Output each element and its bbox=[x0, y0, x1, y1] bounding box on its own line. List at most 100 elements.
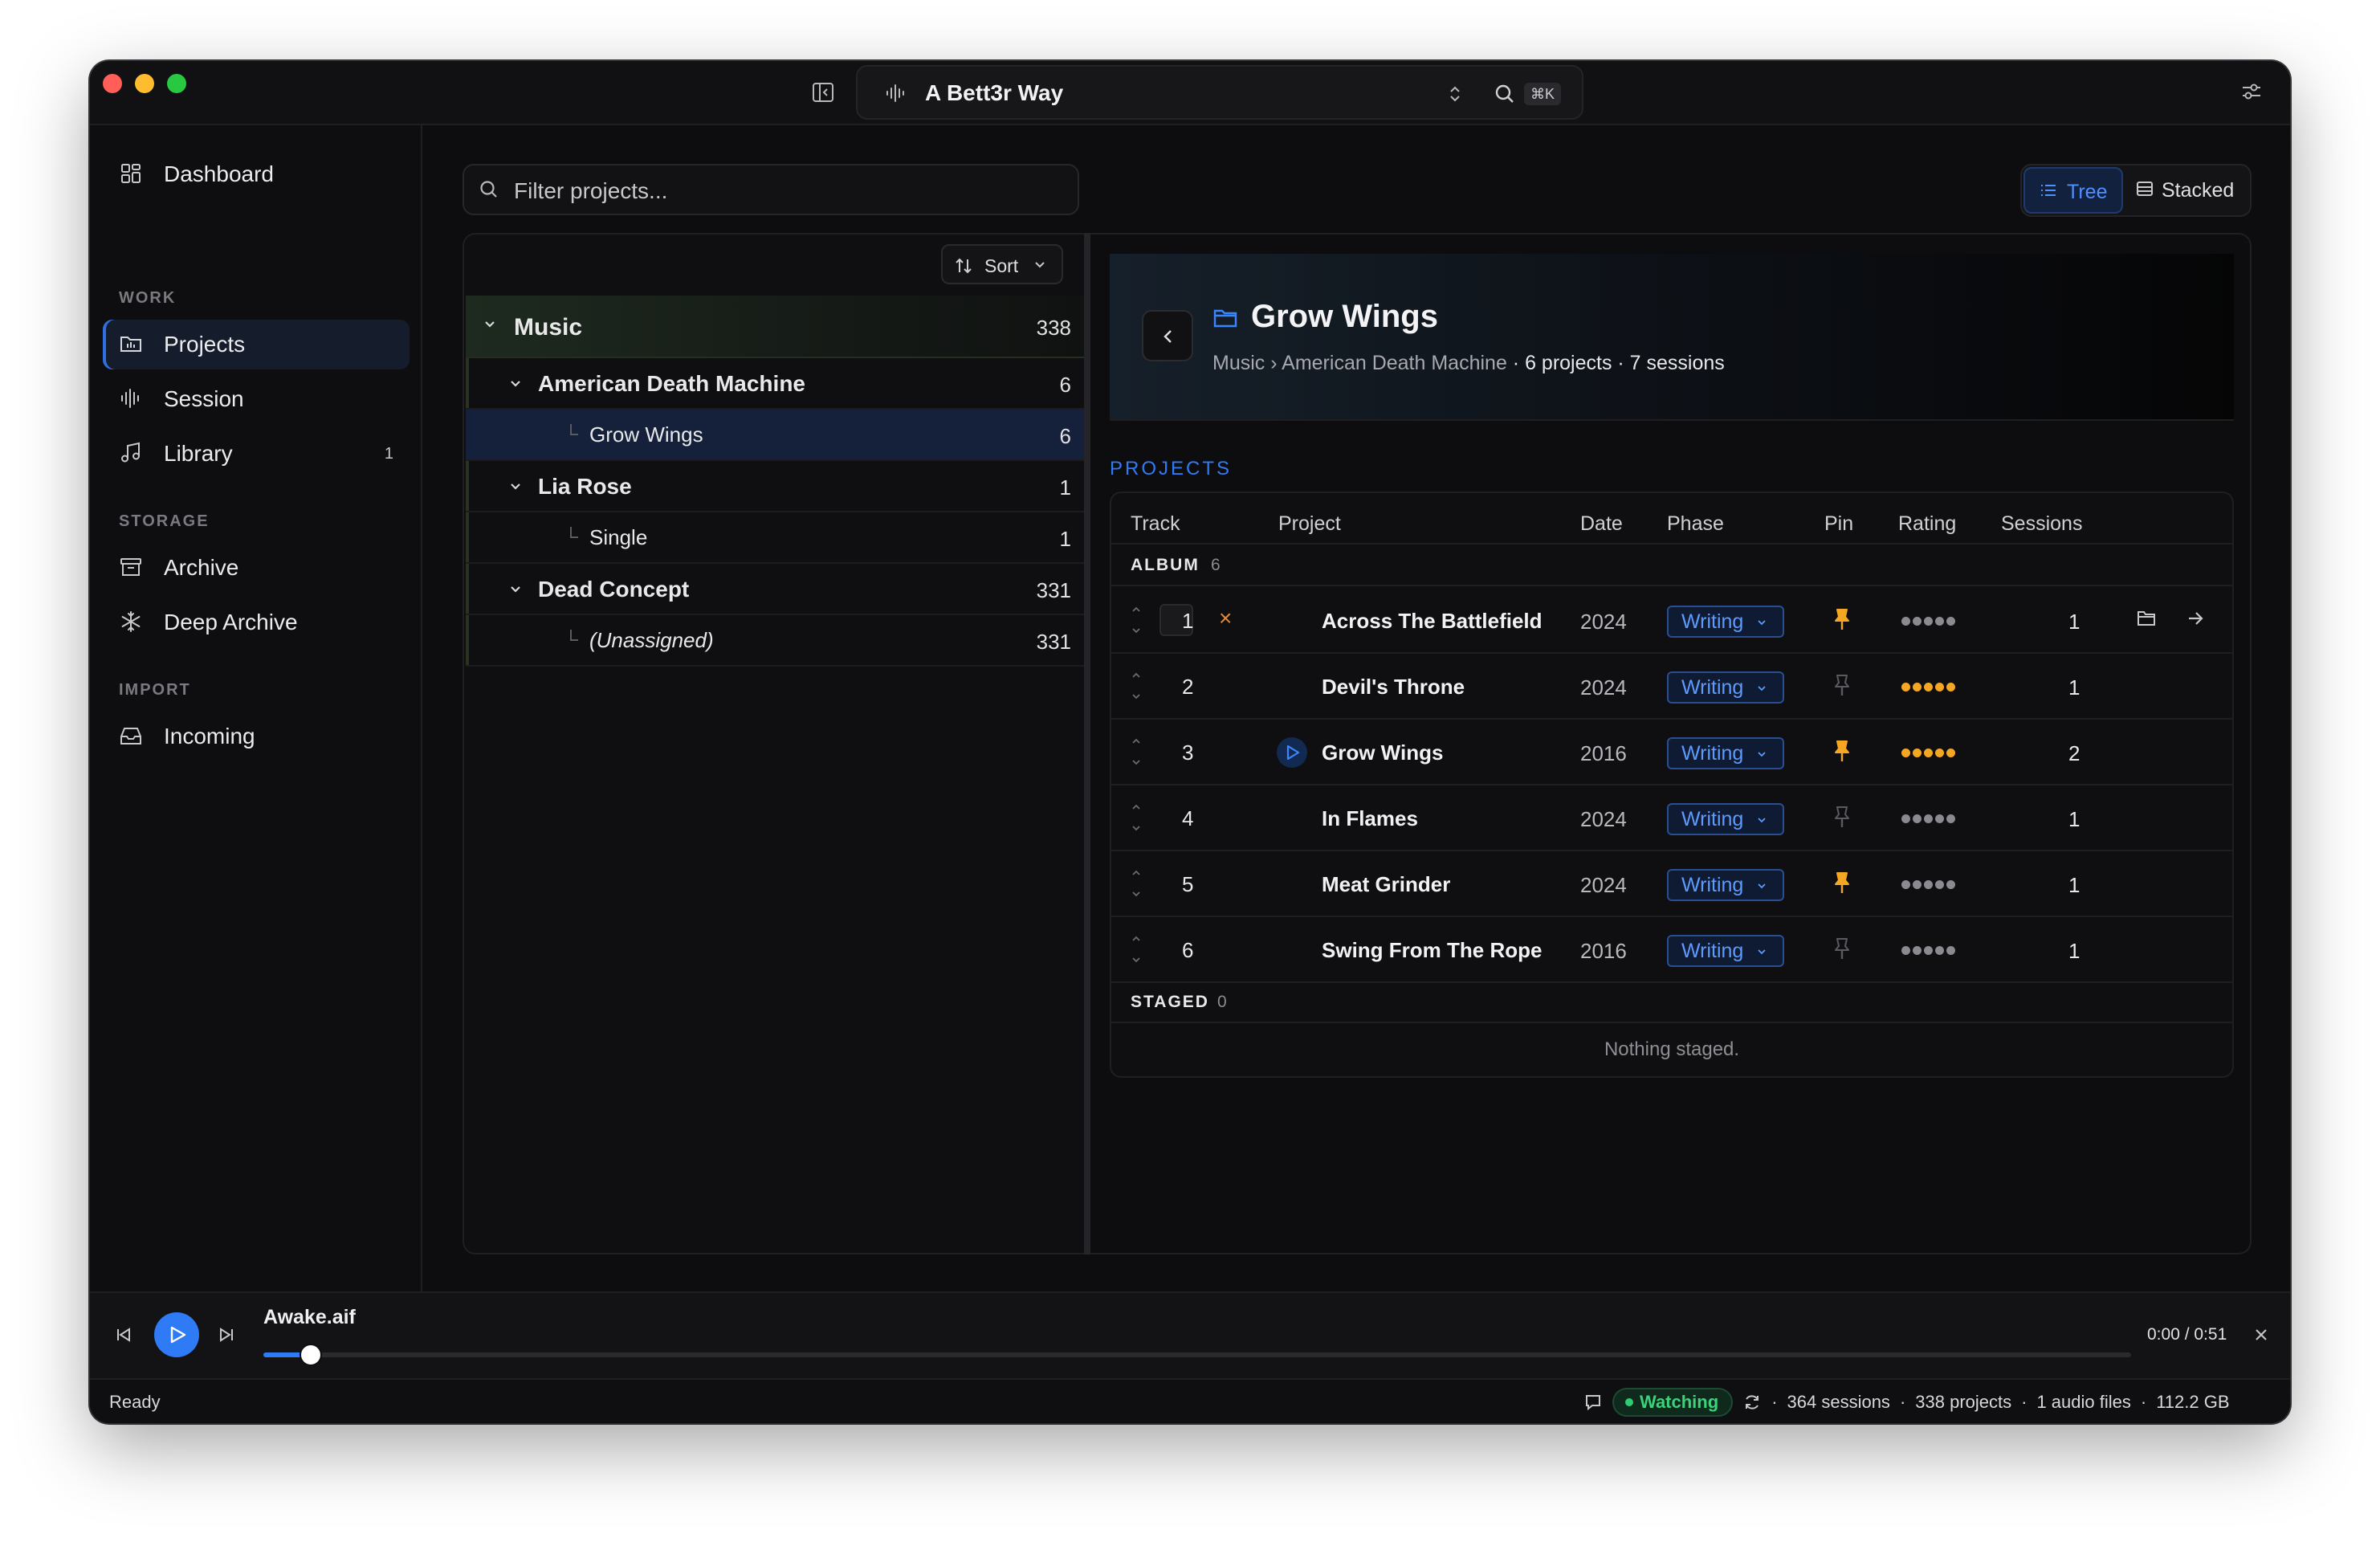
table-row[interactable]: 2 Devil's Throne 2024 Writing 1 bbox=[1111, 654, 2232, 720]
message-icon[interactable] bbox=[1583, 1393, 1603, 1412]
play-button[interactable] bbox=[154, 1312, 199, 1357]
pin-icon[interactable] bbox=[1832, 871, 1852, 896]
pin-icon[interactable] bbox=[1832, 673, 1852, 699]
reorder-handle-icon[interactable] bbox=[1131, 670, 1142, 702]
play-icon[interactable] bbox=[1277, 737, 1307, 768]
rating-dot[interactable] bbox=[1901, 946, 1910, 955]
rating-dot[interactable] bbox=[1913, 749, 1922, 757]
reorder-handle-icon[interactable] bbox=[1131, 933, 1142, 965]
sidebar-item-library[interactable]: Library 1 bbox=[103, 429, 410, 479]
sidebar-item-incoming[interactable]: Incoming bbox=[103, 712, 410, 761]
project-name[interactable]: Swing From The Rope bbox=[1322, 938, 1542, 963]
open-folder-icon[interactable] bbox=[2136, 609, 2157, 628]
rating-dot[interactable] bbox=[1935, 880, 1944, 889]
project-name[interactable]: Meat Grinder bbox=[1322, 872, 1450, 897]
rating-dot[interactable] bbox=[1946, 880, 1955, 889]
rating-dot[interactable] bbox=[1901, 749, 1910, 757]
project-name[interactable]: Devil's Throne bbox=[1322, 675, 1465, 700]
column-header-phase[interactable]: Phase bbox=[1667, 512, 1724, 536]
table-row[interactable]: 3 Grow Wings 2016 Writing 2 bbox=[1111, 720, 2232, 785]
rating-dot[interactable] bbox=[1913, 814, 1922, 823]
rating-control[interactable] bbox=[1901, 814, 1955, 823]
playback-progress-track[interactable] bbox=[263, 1345, 2131, 1365]
rating-control[interactable] bbox=[1901, 946, 1955, 955]
close-icon[interactable] bbox=[2253, 1327, 2269, 1343]
skip-forward-icon[interactable] bbox=[217, 1325, 236, 1344]
breadcrumb-item[interactable]: American Death Machine bbox=[1282, 352, 1507, 374]
phase-dropdown[interactable]: Writing bbox=[1667, 869, 1784, 901]
watching-status-badge[interactable]: Watching bbox=[1612, 1388, 1734, 1417]
rating-control[interactable] bbox=[1901, 880, 1955, 889]
column-header-track[interactable]: Track bbox=[1131, 512, 1180, 536]
column-header-rating[interactable]: Rating bbox=[1898, 512, 1956, 536]
close-window-button[interactable] bbox=[103, 74, 122, 93]
pin-icon[interactable] bbox=[1832, 607, 1852, 633]
filter-projects-field[interactable]: Filter projects... bbox=[463, 164, 1079, 215]
rating-dot[interactable] bbox=[1946, 814, 1955, 823]
stacked-view-button[interactable]: Stacked bbox=[2129, 167, 2250, 214]
column-header-sessions[interactable]: Sessions bbox=[2001, 512, 2082, 536]
rating-dot[interactable] bbox=[1924, 749, 1933, 757]
tree-node-unassigned[interactable]: (Unassigned) 331 bbox=[466, 615, 1084, 667]
clear-track-icon[interactable]: × bbox=[1219, 606, 1232, 631]
rating-dot[interactable] bbox=[1924, 617, 1933, 626]
playback-scrubber-handle[interactable] bbox=[300, 1345, 320, 1365]
settings-sliders-icon[interactable] bbox=[2239, 79, 2264, 104]
rating-dot[interactable] bbox=[1935, 683, 1944, 691]
rating-dot[interactable] bbox=[1946, 749, 1955, 757]
rating-dot[interactable] bbox=[1935, 814, 1944, 823]
rating-dot[interactable] bbox=[1901, 683, 1910, 691]
table-row[interactable]: 5 Meat Grinder 2024 Writing 1 bbox=[1111, 851, 2232, 917]
rating-dot[interactable] bbox=[1946, 946, 1955, 955]
tree-node-dead-concept[interactable]: Dead Concept 331 bbox=[466, 564, 1084, 615]
rating-dot[interactable] bbox=[1946, 617, 1955, 626]
sidebar-item-archive[interactable]: Archive bbox=[103, 543, 410, 593]
tree-node-grow-wings[interactable]: Grow Wings 6 bbox=[466, 410, 1084, 461]
track-number[interactable]: 1 bbox=[1182, 609, 1193, 634]
rating-dot[interactable] bbox=[1913, 617, 1922, 626]
tree-view-button[interactable]: Tree bbox=[2023, 167, 2123, 214]
tree-root-music[interactable]: Music 338 bbox=[466, 296, 1084, 358]
phase-dropdown[interactable]: Writing bbox=[1667, 737, 1784, 769]
rating-dot[interactable] bbox=[1901, 617, 1910, 626]
pin-icon[interactable] bbox=[1832, 805, 1852, 830]
project-selector[interactable]: A Bett3r Way ⌘K bbox=[856, 65, 1583, 120]
project-name[interactable]: Across The Battlefield bbox=[1322, 609, 1543, 634]
rating-dot[interactable] bbox=[1913, 946, 1922, 955]
table-row[interactable]: 4 In Flames 2024 Writing 1 bbox=[1111, 785, 2232, 851]
sync-icon[interactable] bbox=[1742, 1393, 1762, 1412]
rating-dot[interactable] bbox=[1913, 880, 1922, 889]
column-header-project[interactable]: Project bbox=[1278, 512, 1341, 536]
project-name[interactable]: Grow Wings bbox=[1322, 740, 1443, 765]
skip-back-icon[interactable] bbox=[114, 1325, 133, 1344]
rating-control[interactable] bbox=[1901, 749, 1955, 757]
phase-dropdown[interactable]: Writing bbox=[1667, 606, 1784, 638]
phase-dropdown[interactable]: Writing bbox=[1667, 671, 1784, 704]
pin-icon[interactable] bbox=[1832, 936, 1852, 962]
rating-control[interactable] bbox=[1901, 683, 1955, 691]
tree-node-american-death-machine[interactable]: American Death Machine 6 bbox=[466, 358, 1084, 410]
column-header-pin[interactable]: Pin bbox=[1824, 512, 1853, 536]
zoom-window-button[interactable] bbox=[167, 74, 186, 93]
table-row[interactable]: 6 Swing From The Rope 2016 Writing 1 bbox=[1111, 917, 2232, 983]
sidebar-item-dashboard[interactable]: Dashboard bbox=[103, 149, 410, 199]
table-row[interactable]: 1 × Across The Battlefield 2024 Writing 1 bbox=[1111, 588, 2232, 654]
rating-dot[interactable] bbox=[1935, 749, 1944, 757]
tree-node-single[interactable]: Single 1 bbox=[466, 512, 1084, 564]
project-name[interactable]: In Flames bbox=[1322, 806, 1418, 831]
panel-resize-handle[interactable] bbox=[1084, 233, 1090, 1254]
toggle-sidebar-icon[interactable] bbox=[811, 80, 835, 104]
rating-dot[interactable] bbox=[1946, 683, 1955, 691]
sidebar-item-session[interactable]: Session bbox=[103, 374, 410, 424]
rating-dot[interactable] bbox=[1901, 814, 1910, 823]
reorder-handle-icon[interactable] bbox=[1131, 867, 1142, 900]
tree-node-lia-rose[interactable]: Lia Rose 1 bbox=[466, 461, 1084, 512]
phase-dropdown[interactable]: Writing bbox=[1667, 935, 1784, 967]
sidebar-item-projects[interactable]: Projects bbox=[103, 320, 410, 369]
search-icon[interactable] bbox=[1494, 83, 1516, 105]
rating-dot[interactable] bbox=[1924, 946, 1933, 955]
pin-icon[interactable] bbox=[1832, 739, 1852, 765]
sort-button[interactable]: Sort bbox=[941, 244, 1063, 284]
rating-dot[interactable] bbox=[1935, 617, 1944, 626]
rating-dot[interactable] bbox=[1901, 880, 1910, 889]
